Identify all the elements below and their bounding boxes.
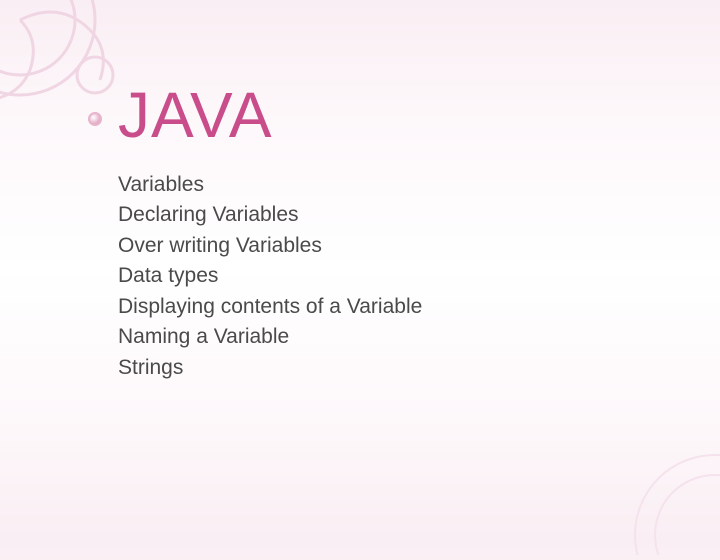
corner-br-decoration [615,435,720,555]
bullet-circle-decoration [88,112,102,126]
slide-title: JAVA [118,78,422,152]
list-item: Data types [118,261,422,291]
list-item: Declaring Variables [118,200,422,230]
list-item: Variables [118,170,422,200]
slide-content: JAVA Variables Declaring Variables Over … [118,78,422,383]
list-item: Over writing Variables [118,231,422,261]
corner-curve-icon [615,435,720,555]
list-item: Strings [118,353,422,383]
list-item: Displaying contents of a Variable [118,292,422,322]
topic-list: Variables Declaring Variables Over writi… [118,170,422,383]
list-item: Naming a Variable [118,322,422,352]
